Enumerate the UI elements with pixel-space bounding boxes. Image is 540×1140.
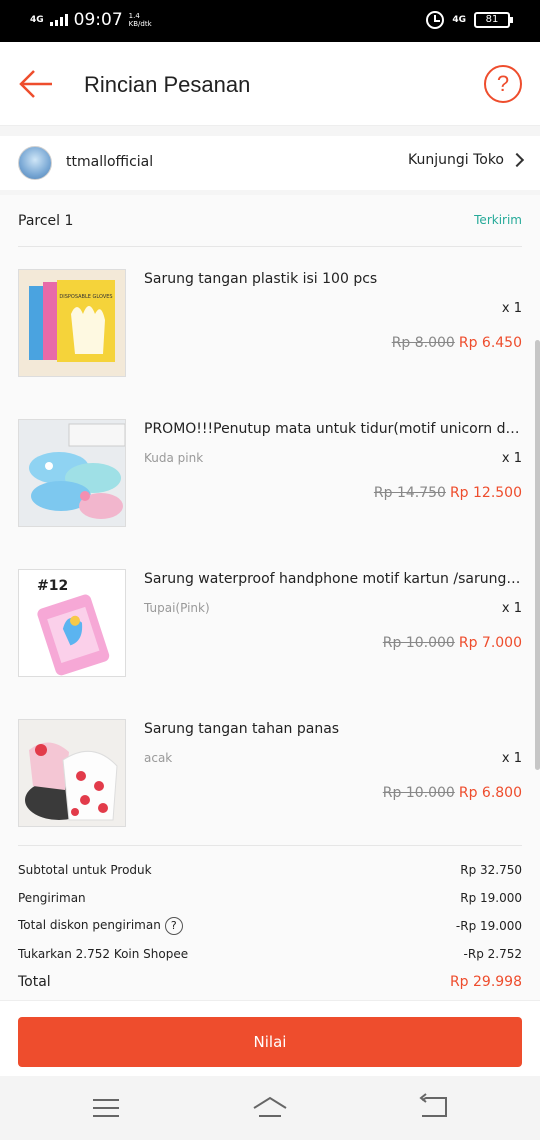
item-qty: x 1 — [501, 751, 522, 766]
help-button[interactable]: ? — [484, 65, 522, 103]
home-button[interactable] — [250, 1092, 290, 1124]
coins-value: -Rp 2.752 — [463, 947, 522, 961]
summary-row-total: Total Rp 29.998 — [18, 968, 522, 996]
original-price: Rp 10.000 — [382, 785, 455, 801]
signal-icon — [49, 14, 68, 26]
network-type-left: 4G — [30, 15, 44, 25]
coins-label: Tukarkan 2.752 Koin Shopee — [18, 947, 189, 961]
summary-row-coins: Tukarkan 2.752 Koin Shopee -Rp 2.752 — [18, 940, 522, 968]
summary-row-subtotal: Subtotal untuk Produk Rp 32.750 — [18, 856, 522, 884]
shop-bar: ttmallofficial Kunjungi Toko — [0, 136, 540, 190]
menu-button[interactable] — [86, 1092, 126, 1124]
item-variant: Tupai(Pink) — [144, 601, 210, 615]
product-image — [18, 419, 126, 527]
item-variant: acak — [144, 751, 173, 765]
shop-name[interactable]: ttmallofficial — [66, 154, 153, 170]
product-image: DISPOSABLE GLOVES — [18, 269, 126, 377]
home-icon — [253, 1096, 287, 1117]
chevron-right-icon — [509, 152, 525, 168]
original-price: Rp 8.000 — [391, 335, 455, 351]
network-type-right: 4G — [452, 15, 466, 25]
shop-avatar[interactable] — [18, 146, 52, 180]
visit-shop-button[interactable]: Kunjungi Toko — [407, 152, 525, 168]
total-label: Total — [18, 974, 51, 990]
item-qty: x 1 — [501, 451, 522, 466]
product-image-text: #12 — [37, 578, 68, 594]
original-price: Rp 10.000 — [382, 635, 455, 651]
status-bar: 4G 09:07 1.4 KB/dtk 4G 81 — [0, 0, 540, 42]
discounted-price: Rp 6.800 — [458, 785, 522, 801]
clock: 09:07 — [73, 10, 123, 30]
discounted-price: Rp 6.450 — [458, 335, 522, 351]
back-button[interactable] — [18, 66, 54, 102]
visit-shop-label: Kunjungi Toko — [407, 152, 504, 168]
app-header: Rincian Pesanan ? — [0, 42, 540, 126]
product-image-text: DISPOSABLE GLOVES — [59, 294, 112, 300]
shipping-value: Rp 19.000 — [460, 891, 522, 905]
item-name: Sarung waterproof handphone motif kartun… — [144, 571, 522, 587]
item-price: Rp 10.000 Rp 6.800 — [383, 785, 522, 801]
rate-button[interactable]: Nilai — [18, 1017, 522, 1067]
total-value: Rp 29.998 — [449, 974, 522, 990]
item-price: Rp 8.000 Rp 6.450 — [392, 335, 522, 351]
arrow-left-icon — [19, 70, 52, 98]
product-image — [18, 719, 126, 827]
product-image: #12 — [18, 569, 126, 677]
item-name: PROMO!!!Penutup mata untuk tidur(motif u… — [144, 421, 522, 437]
parcel-section: Parcel 1 Terkirim DISPOSABLE GLOVES Saru… — [0, 195, 540, 1000]
return-icon — [419, 1093, 447, 1117]
subtotal-label: Subtotal untuk Produk — [18, 863, 152, 877]
discounted-price: Rp 12.500 — [449, 485, 522, 501]
item-name: Sarung tangan plastik isi 100 pcs — [144, 271, 378, 287]
summary-row-shipping: Pengiriman Rp 19.000 — [18, 884, 522, 912]
order-item[interactable]: Sarung tangan tahan panas acak x 1 Rp 10… — [18, 719, 522, 829]
question-icon[interactable]: ? — [164, 917, 183, 935]
battery-icon: 81 — [474, 12, 513, 28]
discounted-price: Rp 7.000 — [458, 635, 522, 651]
action-bar: Nilai — [0, 1000, 540, 1076]
back-nav-button[interactable] — [414, 1092, 454, 1124]
order-item[interactable]: PROMO!!!Penutup mata untuk tidur(motif u… — [18, 419, 522, 529]
item-qty: x 1 — [501, 601, 522, 616]
page-title: Rincian Pesanan — [84, 72, 251, 97]
item-name: Sarung tangan tahan panas — [144, 721, 340, 737]
shipping-label: Pengiriman — [18, 891, 86, 905]
order-summary: Subtotal untuk Produk Rp 32.750 Pengirim… — [18, 845, 522, 996]
menu-icon — [93, 1099, 119, 1117]
item-price: Rp 14.750 Rp 12.500 — [374, 485, 522, 501]
order-item[interactable]: #12 Sarung waterproof handphone motif ka… — [18, 569, 522, 679]
scrollbar[interactable] — [535, 340, 540, 770]
parcel-label: Parcel 1 — [18, 213, 74, 229]
item-price: Rp 10.000 Rp 7.000 — [383, 635, 522, 651]
network-speed: 1.4 KB/dtk — [128, 12, 152, 28]
order-item[interactable]: DISPOSABLE GLOVES Sarung tangan plastik … — [18, 269, 522, 379]
system-nav-bar — [0, 1076, 540, 1140]
item-variant: Kuda pink — [144, 451, 204, 465]
item-qty: x 1 — [501, 301, 522, 316]
shipping-discount-value: -Rp 19.000 — [455, 919, 522, 933]
subtotal-value: Rp 32.750 — [460, 863, 522, 877]
alarm-icon — [426, 11, 445, 29]
parcel-header: Parcel 1 Terkirim — [18, 213, 522, 247]
summary-row-shipping-discount: Total diskon pengiriman? -Rp 19.000 — [18, 912, 522, 940]
parcel-status: Terkirim — [474, 213, 522, 227]
shipping-discount-label: Total diskon pengiriman — [18, 918, 161, 932]
original-price: Rp 14.750 — [373, 485, 446, 501]
